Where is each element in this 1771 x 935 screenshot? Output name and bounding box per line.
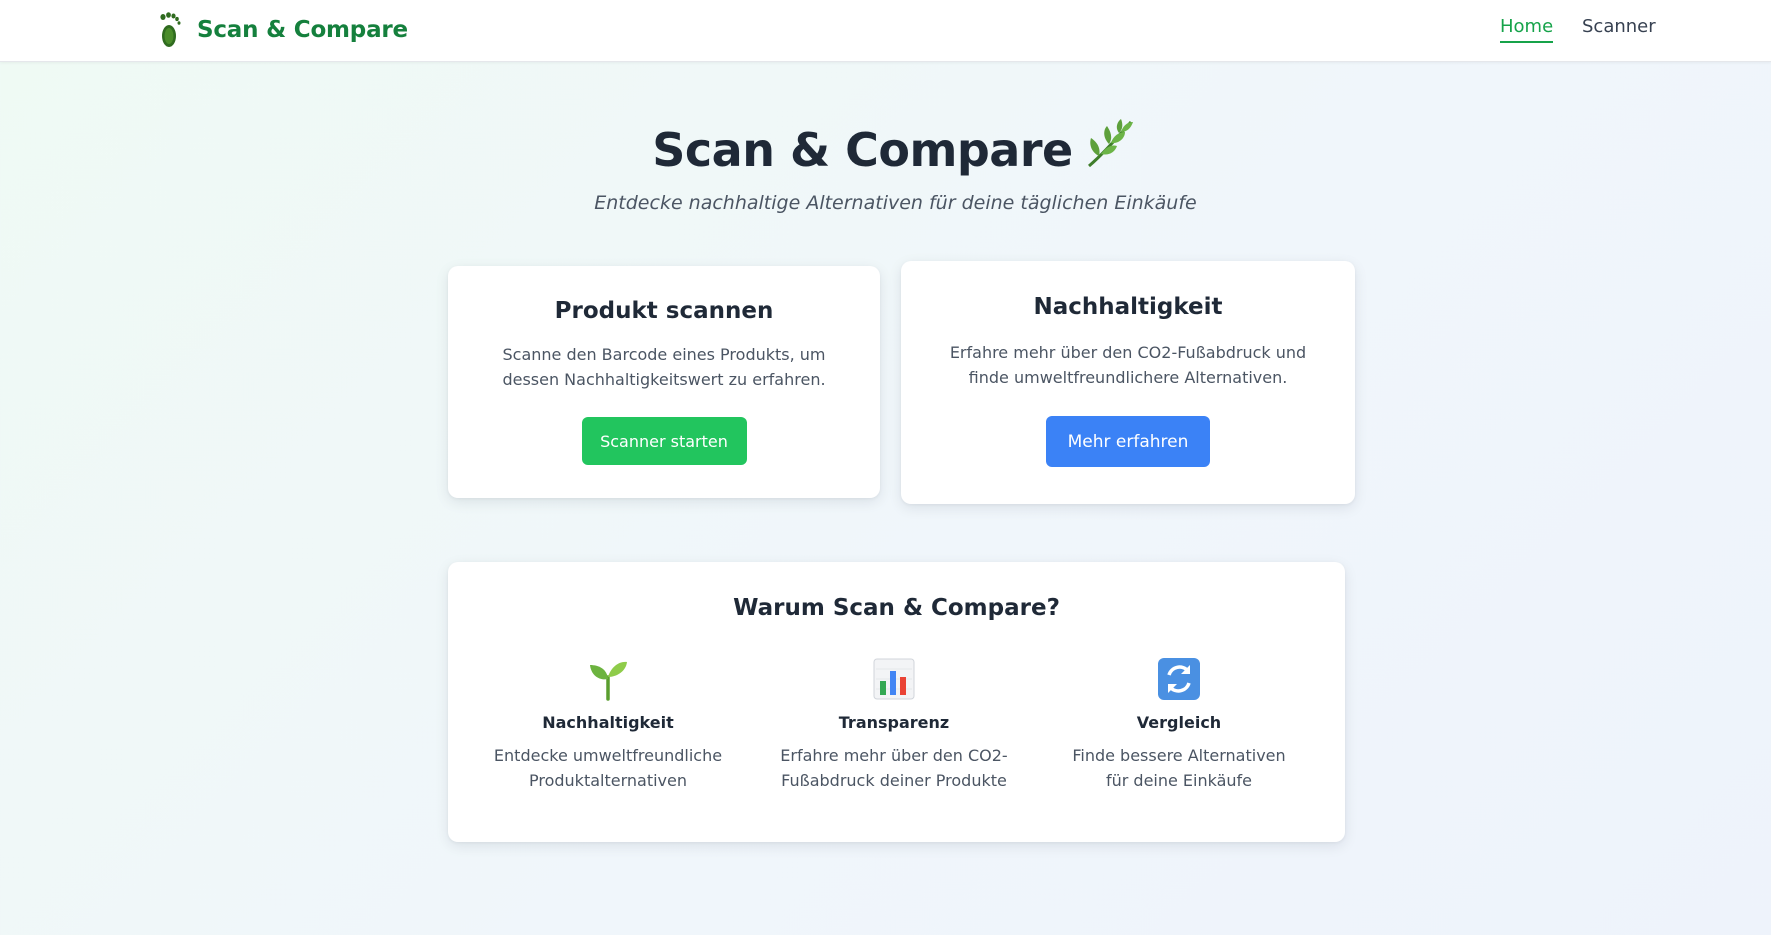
start-scanner-button[interactable]: Scanner starten	[581, 417, 747, 465]
learn-more-button[interactable]: Mehr erfahren	[1046, 416, 1210, 467]
brand[interactable]: Scan & Compare	[155, 10, 408, 50]
feature-transparency: Transparenz Erfahre mehr über den CO2-Fu…	[764, 656, 1024, 793]
sustainability-card: Nachhaltigkeit Erfahre mehr über den CO2…	[901, 261, 1355, 504]
sustainability-card-title: Nachhaltigkeit	[1033, 294, 1223, 320]
feature-title: Vergleich	[1136, 713, 1222, 732]
feature-comparison: Vergleich Finde bessere Alternativen für…	[1049, 656, 1309, 793]
scan-product-card: Produkt scannen Scanne den Barcode eines…	[448, 266, 880, 498]
bar-chart-icon	[764, 656, 1024, 702]
feature-text: Finde bessere Alternativen für deine Ein…	[1072, 746, 1286, 790]
nav-link-scanner[interactable]: Scanner	[1582, 16, 1656, 41]
top-navbar: Scan & Compare Home Scanner	[0, 0, 1771, 62]
feature-text: Entdecke umweltfreundliche Produktaltern…	[493, 746, 723, 790]
scan-card-text: Scanne den Barcode eines Produkts, um de…	[502, 345, 826, 389]
why-section: Warum Scan & Compare? Nachhaltigkeit Ent…	[448, 562, 1345, 842]
page-title-text: Scan & Compare	[652, 123, 1073, 177]
refresh-arrows-icon	[1049, 656, 1309, 702]
brand-name: Scan & Compare	[197, 17, 408, 43]
feature-title: Nachhaltigkeit	[542, 713, 674, 732]
scan-card-title: Produkt scannen	[554, 298, 774, 324]
feature-text: Erfahre mehr über den CO2-Fußabdruck dei…	[780, 746, 1008, 790]
leaf-icon	[1083, 116, 1139, 181]
footprint-logo-icon	[160, 12, 181, 47]
nav-link-home[interactable]: Home	[1500, 16, 1554, 43]
feature-title: Transparenz	[838, 713, 950, 732]
page-title: Scan & Compare	[0, 116, 1771, 181]
feature-sustainability: Nachhaltigkeit Entdecke umweltfreundlich…	[478, 656, 738, 793]
seedling-icon	[478, 656, 738, 702]
page-subtitle: Entdecke nachhaltige Alternativen für de…	[594, 192, 1197, 214]
sustainability-card-text: Erfahre mehr über den CO2-Fußabdruck und…	[949, 343, 1307, 387]
why-title: Warum Scan & Compare?	[733, 595, 1060, 621]
